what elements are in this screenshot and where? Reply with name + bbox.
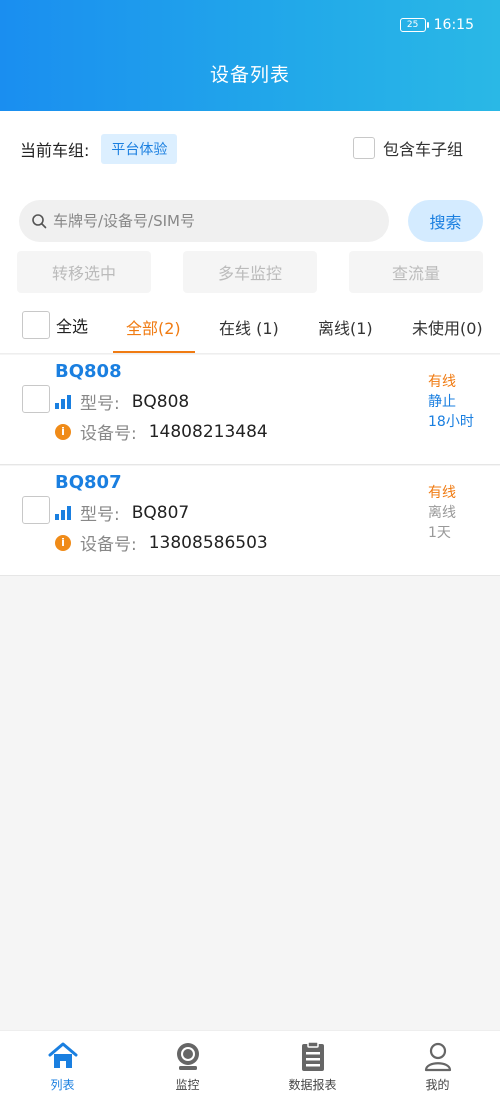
home-icon bbox=[48, 1042, 77, 1068]
status-bar: 25 16:15 bbox=[399, 15, 474, 35]
signal-icon bbox=[55, 505, 71, 520]
device-checkbox[interactable] bbox=[22, 496, 50, 524]
include-subgroup-checkbox[interactable] bbox=[352, 137, 375, 159]
battery-icon: 25 bbox=[399, 18, 429, 32]
clock: 16:15 bbox=[433, 17, 474, 33]
multi-vehicle-monitor-button[interactable]: 多车监控 bbox=[183, 251, 317, 293]
device-imei-line: i 设备号: 13808586503 bbox=[55, 530, 268, 555]
nav-monitor-label: 监控 bbox=[175, 1078, 200, 1092]
device-imei-line: i 设备号: 14808213484 bbox=[55, 419, 268, 444]
search-input[interactable] bbox=[53, 212, 353, 230]
imei-value: 14808213484 bbox=[148, 421, 268, 442]
transfer-selected-button[interactable]: 转移选中 bbox=[17, 251, 151, 293]
device-plate[interactable]: BQ807 bbox=[55, 472, 122, 493]
nav-reports[interactable]: 数据报表 bbox=[250, 1031, 375, 1099]
bottom-navigation: 列表 监控 数据报表 我的 bbox=[0, 1030, 500, 1099]
signal-icon bbox=[55, 394, 71, 409]
include-subgroup-toggle[interactable]: 包含车子组 bbox=[352, 136, 463, 160]
model-value: BQ807 bbox=[131, 502, 190, 523]
nav-mine-label: 我的 bbox=[425, 1078, 450, 1092]
nav-list-label: 列表 bbox=[50, 1078, 75, 1092]
info-icon: i bbox=[55, 423, 71, 440]
imei-label: 设备号: bbox=[80, 535, 137, 555]
model-label: 型号: bbox=[80, 394, 120, 414]
bulk-actions: 转移选中 多车监控 查流量 bbox=[17, 251, 483, 293]
info-icon: i bbox=[55, 534, 71, 551]
camera-icon bbox=[176, 1043, 199, 1070]
include-subgroup-label: 包含车子组 bbox=[382, 140, 463, 159]
motion-status: 静止 bbox=[428, 394, 456, 410]
device-model-line: 型号: BQ807 bbox=[55, 500, 189, 525]
nav-monitor[interactable]: 监控 bbox=[125, 1031, 250, 1099]
select-all-label: 全选 bbox=[56, 317, 89, 336]
search-bar[interactable] bbox=[19, 200, 389, 242]
power-status: 有线 bbox=[428, 485, 456, 501]
imei-value: 13808586503 bbox=[148, 532, 268, 553]
select-all-checkbox[interactable] bbox=[22, 311, 50, 339]
group-selector[interactable]: 平台体验 bbox=[101, 134, 178, 164]
tab-all[interactable]: 全部(2) bbox=[126, 315, 181, 339]
device-status: 有线 静止 18小时 bbox=[428, 372, 474, 432]
status-duration: 1天 bbox=[428, 525, 451, 541]
motion-status: 离线 bbox=[428, 505, 456, 521]
device-row[interactable]: BQ808 型号: BQ808 i 设备号: 14808213484 有线 静止… bbox=[0, 355, 500, 465]
page-title: 设备列表 bbox=[209, 64, 290, 86]
check-traffic-button[interactable]: 查流量 bbox=[349, 251, 483, 293]
user-icon bbox=[424, 1042, 451, 1072]
group-label: 当前车组: bbox=[20, 141, 90, 160]
filter-panel: 当前车组: 平台体验 包含车子组 搜索 转移选中 多车监控 查流量 全选 全部(… bbox=[0, 111, 500, 354]
tab-unused[interactable]: 未使用(0) bbox=[412, 315, 483, 339]
device-status: 有线 离线 1天 bbox=[428, 483, 456, 543]
status-duration: 18小时 bbox=[428, 414, 474, 430]
app-header: 25 16:15 设备列表 bbox=[0, 0, 500, 111]
power-status: 有线 bbox=[428, 374, 456, 390]
search-button[interactable]: 搜索 bbox=[408, 200, 483, 242]
battery-level: 25 bbox=[406, 19, 419, 30]
tab-online[interactable]: 在线 (1) bbox=[219, 315, 279, 339]
nav-mine[interactable]: 我的 bbox=[375, 1031, 500, 1099]
device-row[interactable]: BQ807 型号: BQ807 i 设备号: 13808586503 有线 离线… bbox=[0, 466, 500, 576]
device-checkbox[interactable] bbox=[22, 385, 50, 413]
select-all-toggle[interactable]: 全选 bbox=[22, 311, 88, 339]
nav-list[interactable]: 列表 bbox=[0, 1031, 125, 1099]
device-plate[interactable]: BQ808 bbox=[55, 361, 122, 382]
imei-label: 设备号: bbox=[80, 424, 137, 444]
model-value: BQ808 bbox=[131, 391, 190, 412]
search-icon bbox=[32, 214, 47, 229]
model-label: 型号: bbox=[80, 505, 120, 525]
active-tab-indicator bbox=[113, 351, 195, 353]
status-tabs: 全选 全部(2) 在线 (1) 离线(1) 未使用(0) bbox=[0, 306, 500, 354]
clipboard-icon bbox=[301, 1041, 324, 1071]
tab-offline[interactable]: 离线(1) bbox=[318, 315, 373, 339]
nav-reports-label: 数据报表 bbox=[288, 1078, 337, 1092]
device-model-line: 型号: BQ808 bbox=[55, 389, 189, 414]
